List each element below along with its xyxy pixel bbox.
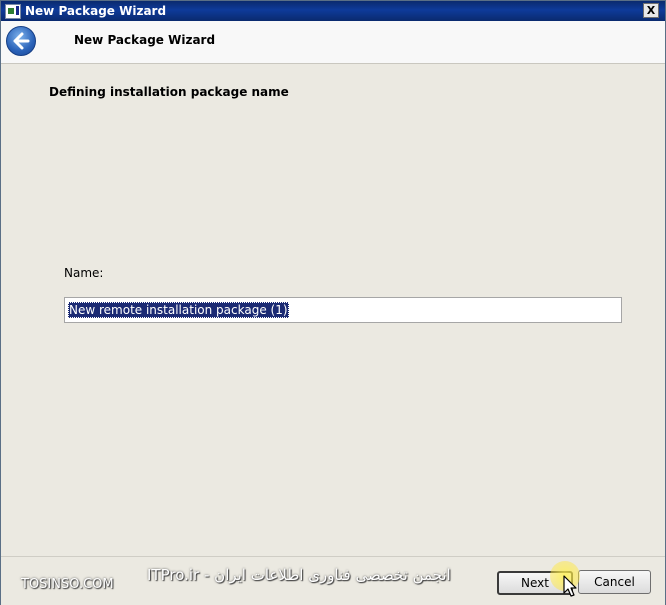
package-name-input[interactable]: New remote installation package (1) (64, 297, 622, 323)
back-arrow-icon (13, 32, 30, 50)
wizard-header: New Package Wizard (1, 21, 665, 64)
title-bar[interactable]: New Package Wizard X (1, 1, 665, 21)
step-heading: Defining installation package name (49, 85, 289, 99)
wizard-title: New Package Wizard (74, 33, 216, 47)
cancel-button[interactable]: Cancel (578, 570, 651, 594)
package-name-value: New remote installation package (1) (68, 302, 289, 318)
next-button[interactable]: Next (497, 571, 573, 595)
watermark-right: ITPro.ir - انجمن تخصصی فناوری اطلاعات ای… (147, 566, 451, 584)
wizard-page: Defining installation package name Name:… (1, 64, 665, 556)
watermark-left: TOSINSO.COM (21, 577, 114, 592)
app-icon (5, 4, 21, 19)
back-button[interactable] (6, 26, 36, 56)
wizard-footer: TOSINSO.COM ITPro.ir - انجمن تخصصی فناور… (1, 556, 665, 605)
window-title: New Package Wizard (25, 4, 167, 18)
close-button[interactable]: X (643, 3, 659, 18)
wizard-window: New Package Wizard X New Package Wizard … (0, 0, 666, 605)
mouse-cursor-icon (563, 575, 577, 597)
name-label: Name: (64, 266, 104, 280)
